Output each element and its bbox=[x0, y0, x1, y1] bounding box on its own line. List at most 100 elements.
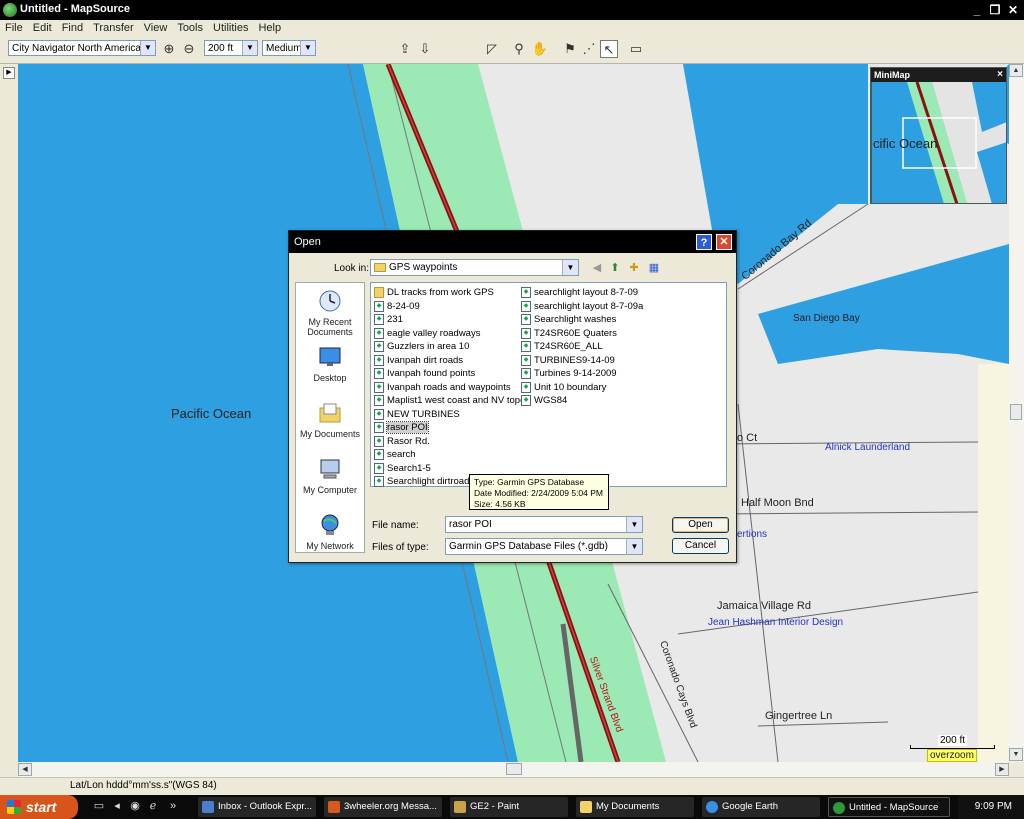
zoom-tool-icon[interactable]: ⚲ bbox=[510, 40, 528, 58]
waypoint-flag-icon[interactable]: ⚑ bbox=[561, 40, 579, 58]
gdb-file-icon: ◆ bbox=[374, 381, 384, 393]
list-item[interactable]: ◆ Searchlight washes bbox=[520, 313, 616, 326]
list-item[interactable]: ◆ T24SR60E_ALL bbox=[520, 340, 603, 353]
task-my-documents[interactable]: My Documents bbox=[576, 797, 694, 817]
distance-tool-icon[interactable]: ▭ bbox=[627, 40, 645, 58]
list-item[interactable]: ◆ searchlight layout 8-7-09a bbox=[520, 300, 643, 313]
scroll-left-icon[interactable]: ◀ bbox=[18, 763, 32, 776]
menu-bar: File Edit Find Transfer View Tools Utilities He… bbox=[0, 20, 1024, 36]
menu-utilities[interactable]: Utilities bbox=[208, 20, 253, 34]
list-item[interactable]: ◆ 8-24-09 bbox=[373, 300, 420, 313]
list-item[interactable]: ◆ searchlight layout 8-7-09 bbox=[520, 286, 638, 299]
look-in-select[interactable]: GPS waypoints ▼ bbox=[370, 259, 579, 276]
place-my-recent-documents[interactable]: My Recent Documents bbox=[296, 289, 364, 337]
list-item[interactable]: ◆ 231 bbox=[373, 313, 403, 326]
show-desktop-icon[interactable]: ▭ bbox=[92, 799, 106, 813]
task-3wheeler[interactable]: 3wheeler.org Messa... bbox=[324, 797, 442, 817]
menu-transfer[interactable]: Transfer bbox=[88, 20, 139, 34]
task-google-earth[interactable]: Google Earth bbox=[702, 797, 820, 817]
place-desktop[interactable]: Desktop bbox=[296, 345, 364, 383]
list-item[interactable]: ◆ Ivanpah roads and waypoints bbox=[373, 381, 511, 394]
list-item[interactable]: ◆ Ivanpah dirt roads bbox=[373, 354, 463, 367]
horizontal-scroll-thumb[interactable] bbox=[506, 763, 522, 775]
menu-view[interactable]: View bbox=[139, 20, 173, 34]
restore-button[interactable]: ❐ bbox=[987, 2, 1003, 18]
help-button[interactable]: ? bbox=[696, 234, 712, 250]
chevron-down-icon[interactable]: ▼ bbox=[140, 41, 155, 55]
place-my-network[interactable]: My Network bbox=[296, 513, 364, 551]
horizontal-scrollbar[interactable]: ◀ ▶ bbox=[18, 762, 1009, 777]
list-item[interactable]: ◆ Searchlight dirtroads bbox=[373, 475, 474, 488]
chevron-down-icon[interactable]: ▼ bbox=[562, 260, 578, 275]
file-name-input[interactable]: rasor POI ▼ bbox=[445, 516, 643, 533]
zoom-out-icon[interactable]: ⊖ bbox=[180, 40, 198, 58]
list-item[interactable]: ◆ Unit 10 boundary bbox=[520, 381, 606, 394]
route-tool-icon[interactable]: ⋰ bbox=[580, 40, 598, 58]
place-my-documents[interactable]: My Documents bbox=[296, 401, 364, 439]
start-label: start bbox=[26, 799, 57, 815]
send-to-device-icon[interactable]: ⇪ bbox=[396, 40, 414, 58]
menu-file[interactable]: File bbox=[0, 20, 28, 34]
chevron-down-icon[interactable]: ▼ bbox=[242, 41, 257, 55]
list-item[interactable]: ◆ Turbines 9-14-2009 bbox=[520, 367, 617, 380]
my-documents-icon bbox=[319, 403, 341, 423]
map-product-select[interactable]: City Navigator North America v7 ▼ bbox=[8, 40, 156, 56]
list-item-selected[interactable]: ◆ rasor POI bbox=[373, 421, 429, 434]
minimize-button[interactable]: _ bbox=[969, 2, 985, 18]
task-paint[interactable]: GE2 - Paint bbox=[450, 797, 568, 817]
list-item[interactable]: ◆ WGS84 bbox=[520, 394, 567, 407]
vertical-scrollbar[interactable]: ▲ ▼ bbox=[1009, 64, 1024, 762]
menu-help[interactable]: Help bbox=[253, 20, 286, 34]
dialog-close-button[interactable]: ✕ bbox=[716, 234, 732, 250]
list-item[interactable]: ◆ Ivanpah found points bbox=[373, 367, 475, 380]
menu-tools[interactable]: Tools bbox=[172, 20, 208, 34]
task-outlook[interactable]: Inbox - Outlook Expr... bbox=[198, 797, 316, 817]
chevron-down-icon[interactable]: ▼ bbox=[626, 539, 642, 554]
new-folder-icon[interactable]: ✚ bbox=[626, 261, 642, 275]
scroll-right-icon[interactable]: ▶ bbox=[995, 763, 1009, 776]
list-item[interactable]: ◆ TURBINES9-14-09 bbox=[520, 354, 615, 367]
internet-explorer-icon[interactable]: ℯ bbox=[146, 799, 160, 813]
up-folder-icon[interactable]: ⬆ bbox=[607, 261, 623, 275]
start-button[interactable]: start bbox=[0, 795, 78, 819]
file-list[interactable]: DL tracks from work GPS ◆ 8-24-09 ◆ 231 ◆ e… bbox=[370, 282, 727, 487]
scroll-up-icon[interactable]: ▲ bbox=[1009, 64, 1023, 77]
list-item[interactable]: ◆ Rasor Rd. bbox=[373, 435, 430, 448]
list-item[interactable]: ◆ NEW TURBINES bbox=[373, 408, 460, 421]
zoom-level-select[interactable]: 200 ft ▼ bbox=[204, 40, 258, 56]
open-button[interactable]: Open bbox=[672, 517, 729, 533]
map-left-gutter: ▶ bbox=[0, 64, 18, 762]
chevron-down-icon[interactable]: ▼ bbox=[626, 517, 642, 532]
back-icon[interactable]: ◀ bbox=[589, 261, 605, 275]
minimap-panel[interactable]: MiniMap × cific Ocean bbox=[870, 67, 1007, 204]
more-quicklaunch-icon[interactable]: » bbox=[166, 799, 180, 813]
files-of-type-select[interactable]: Garmin GPS Database Files (*.gdb) ▼ bbox=[445, 538, 643, 555]
menu-find[interactable]: Find bbox=[57, 20, 88, 34]
list-item[interactable]: ◆ Search1-5 bbox=[373, 462, 431, 475]
map-tool-icon[interactable]: ◸ bbox=[483, 40, 501, 58]
receive-from-device-icon[interactable]: ⇩ bbox=[416, 40, 434, 58]
list-item[interactable]: ◆ eagle valley roadways bbox=[373, 327, 480, 340]
close-window-button[interactable]: ✕ bbox=[1005, 2, 1021, 18]
minimap-close-icon[interactable]: × bbox=[997, 68, 1003, 82]
cancel-button[interactable]: Cancel bbox=[672, 538, 729, 554]
list-item[interactable]: ◆ Maplist1 west coast and NV topo bbox=[373, 394, 525, 407]
view-menu-icon[interactable]: ▦ bbox=[646, 261, 662, 275]
firefox-icon[interactable]: ◉ bbox=[128, 799, 142, 813]
list-item[interactable]: ◆ search bbox=[373, 448, 416, 461]
hand-tool-icon[interactable]: ✋ bbox=[531, 40, 549, 58]
list-item[interactable]: DL tracks from work GPS bbox=[373, 286, 494, 299]
detail-select[interactable]: Medium ▼ bbox=[262, 40, 316, 56]
media-player-icon[interactable]: ◂ bbox=[110, 799, 124, 813]
list-item[interactable]: ◆ Guzzlers in area 10 bbox=[373, 340, 469, 353]
scroll-down-icon[interactable]: ▼ bbox=[1009, 748, 1023, 761]
menu-edit[interactable]: Edit bbox=[28, 20, 57, 34]
zoom-in-icon[interactable]: ⊕ bbox=[160, 40, 178, 58]
task-mapsource[interactable]: Untitled - MapSource bbox=[828, 797, 950, 817]
list-item[interactable]: ◆ T24SR60E Quaters bbox=[520, 327, 617, 340]
place-my-computer[interactable]: My Computer bbox=[296, 457, 364, 495]
selection-tool-icon[interactable]: ↖ bbox=[600, 40, 618, 58]
expand-panel-icon[interactable]: ▶ bbox=[3, 67, 15, 79]
vertical-scroll-thumb[interactable] bbox=[1010, 404, 1022, 420]
chevron-down-icon[interactable]: ▼ bbox=[300, 41, 315, 55]
